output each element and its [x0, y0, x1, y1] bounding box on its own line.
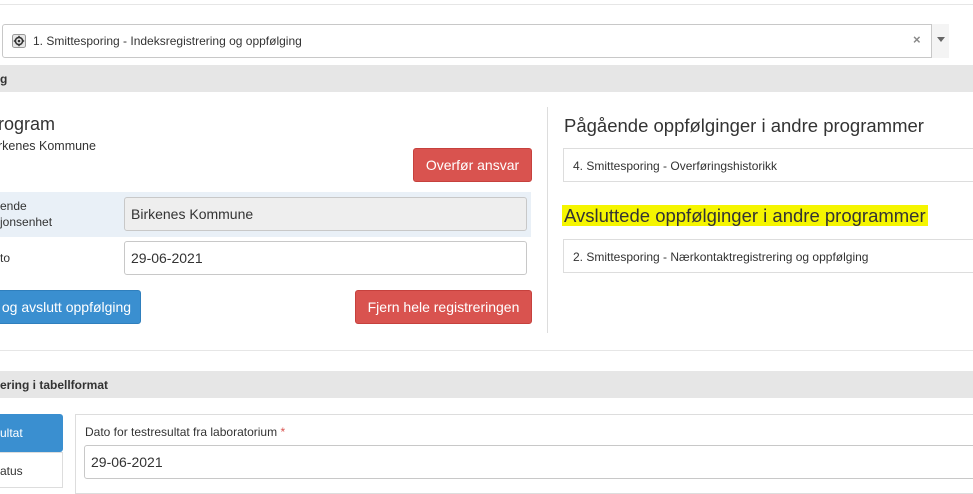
tab-label: ultat	[0, 426, 23, 440]
test-date-label: Dato for testresultat fra laboratorium *	[85, 424, 285, 440]
ongoing-followups-heading: Pågående oppfølginger i andre programmer	[564, 115, 924, 136]
program-select-value: 1. Smittesporing - Indeksregistrering og…	[33, 34, 302, 48]
remove-registration-button[interactable]: Fjern hele registreringen	[355, 290, 532, 324]
column-divider	[547, 107, 548, 333]
test-date-label-text: Dato for testresultat fra laboratorium	[85, 425, 278, 439]
list-item-label: 2. Smittesporing - Nærkontaktregistrerin…	[573, 250, 869, 264]
program-heading: rogram	[0, 114, 56, 134]
top-divider	[0, 4, 973, 5]
content-divider	[0, 350, 973, 351]
org-unit-label-line2: jonsenhet	[0, 215, 53, 229]
date-label: to	[0, 251, 11, 265]
section-header-registration: g	[0, 65, 973, 92]
section-title: g	[0, 72, 8, 86]
list-item-label: 4. Smittesporing - Overføringshistorikk	[573, 159, 778, 173]
chevron-down-icon	[937, 37, 945, 42]
section-title: ering i tabellformat	[0, 378, 109, 392]
test-date-field[interactable]: 29-06-2021	[84, 445, 973, 479]
tab-lab-result[interactable]: ultat	[0, 414, 63, 452]
clear-icon[interactable]: ×	[913, 32, 921, 47]
section-header-table-format: ering i tabellformat	[0, 371, 973, 398]
transfer-responsibility-button[interactable]: Overfør ansvar	[413, 148, 532, 182]
tab-label: atus	[0, 464, 23, 478]
enrollment-date-field[interactable]: 29-06-2021	[124, 241, 527, 275]
complete-followup-button[interactable]: og avslutt oppfølging	[0, 290, 141, 324]
dropdown-toggle[interactable]	[931, 24, 949, 58]
ongoing-followup-item[interactable]: 4. Smittesporing - Overføringshistorikk	[563, 148, 973, 182]
tab-status[interactable]: atus	[0, 452, 63, 488]
completed-followups-heading: Avsluttede oppfølginger i andre programm…	[562, 205, 928, 227]
form-panel: Dato for testresultat fra laboratorium *…	[75, 414, 973, 494]
gear-icon	[12, 34, 26, 48]
org-unit-field: Birkenes Kommune	[124, 197, 527, 231]
required-marker: *	[280, 425, 286, 439]
program-organisation: rkenes Kommune	[0, 139, 96, 153]
completed-followup-item[interactable]: 2. Smittesporing - Nærkontaktregistrerin…	[563, 239, 973, 273]
highlight-mark: Avsluttede oppfølginger i andre programm…	[562, 205, 928, 226]
program-select[interactable]: 1. Smittesporing - Indeksregistrering og…	[2, 24, 949, 58]
org-unit-label-line1: ende	[0, 199, 27, 213]
